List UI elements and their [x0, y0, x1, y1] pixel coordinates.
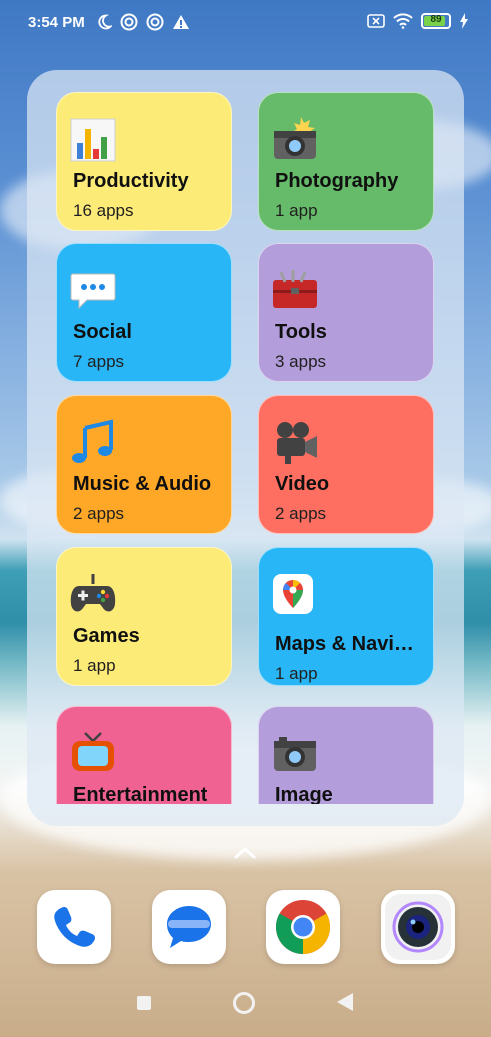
- category-tile-video[interactable]: Video 2 apps: [258, 395, 434, 534]
- category-name: Tools: [275, 321, 327, 343]
- category-tile-tools[interactable]: Tools 3 apps: [258, 243, 434, 382]
- back-button[interactable]: [337, 993, 353, 1011]
- toolbox-icon: [273, 270, 317, 308]
- wifi-icon: [393, 13, 413, 29]
- category-name: Video: [275, 473, 330, 495]
- category-tile-photography[interactable]: Photography 1 app: [258, 92, 434, 231]
- category-app-count: 3 apps: [275, 352, 327, 371]
- camera-lens-icon: [385, 894, 451, 960]
- music-note-icon: [72, 419, 113, 463]
- category-folder-panel: Productivity 16 apps Photography 1 app S…: [27, 70, 464, 826]
- category-app-count: 1 app: [275, 664, 318, 683]
- status-bar: 3:54 PM 89: [0, 0, 491, 46]
- status-left-icons: [96, 13, 190, 31]
- category-app-count: 1 app: [73, 656, 116, 675]
- home-button[interactable]: [233, 992, 255, 1014]
- category-tile-image[interactable]: Image: [258, 706, 434, 804]
- navigation-bar: [0, 980, 491, 1037]
- sim-x-icon: [367, 14, 385, 28]
- status-right-icons: 89: [367, 13, 469, 29]
- category-name: Music & Audio: [73, 473, 212, 495]
- google-maps-icon: [273, 574, 313, 614]
- recents-button[interactable]: [137, 996, 151, 1010]
- category-tile-productivity[interactable]: Productivity 16 apps: [56, 92, 232, 231]
- dock-app-chrome[interactable]: [266, 890, 340, 964]
- alert-icon: [173, 15, 189, 29]
- category-app-count: 2 apps: [275, 504, 327, 523]
- category-name: Social: [73, 321, 132, 343]
- chrome-icon: [275, 900, 331, 954]
- category-name: Photography: [275, 170, 399, 192]
- camera-icon: [274, 737, 316, 771]
- gamepad-icon: [70, 574, 116, 612]
- category-app-count: 16 apps: [73, 201, 134, 220]
- battery-icon: 89: [421, 13, 451, 29]
- camera-flash-icon: [274, 117, 316, 159]
- vpn-icon: [146, 13, 164, 31]
- category-app-count: 7 apps: [73, 352, 125, 371]
- tv-icon: [72, 732, 114, 771]
- dock-app-messages[interactable]: [152, 890, 226, 964]
- phone-icon: [54, 906, 96, 947]
- charging-icon: [460, 13, 468, 29]
- dock-app-phone[interactable]: [37, 890, 111, 964]
- category-name: Productivity: [73, 170, 189, 192]
- category-tile-social[interactable]: Social 7 apps: [56, 243, 232, 382]
- category-tile-music-audio[interactable]: Music & Audio 2 apps: [56, 395, 232, 534]
- category-name: Maps & Navi…: [275, 633, 414, 655]
- bar-chart-icon: [70, 118, 116, 162]
- category-name: Entertainment: [73, 784, 208, 804]
- moon-icon: [98, 14, 112, 30]
- category-tile-entertainment[interactable]: Entertainment: [56, 706, 232, 804]
- messages-icon: [167, 906, 211, 948]
- speech-bubble-icon: [70, 273, 116, 310]
- category-app-count: 2 apps: [73, 504, 125, 523]
- chevron-up-icon[interactable]: [230, 843, 260, 863]
- movie-camera-icon: [277, 422, 317, 464]
- battery-level-text: 89: [430, 14, 442, 25]
- category-tile-maps-navigation[interactable]: Maps & Navi… 1 app: [258, 547, 434, 686]
- category-name: Image: [275, 784, 333, 804]
- dock-app-camera[interactable]: [381, 890, 455, 964]
- status-time: 3:54 PM: [28, 14, 85, 31]
- category-grid: Productivity 16 apps Photography 1 app S…: [27, 70, 464, 804]
- category-name: Games: [73, 625, 140, 647]
- vpn-icon: [120, 13, 138, 31]
- category-app-count: 1 app: [275, 201, 318, 220]
- category-tile-games[interactable]: Games 1 app: [56, 547, 232, 686]
